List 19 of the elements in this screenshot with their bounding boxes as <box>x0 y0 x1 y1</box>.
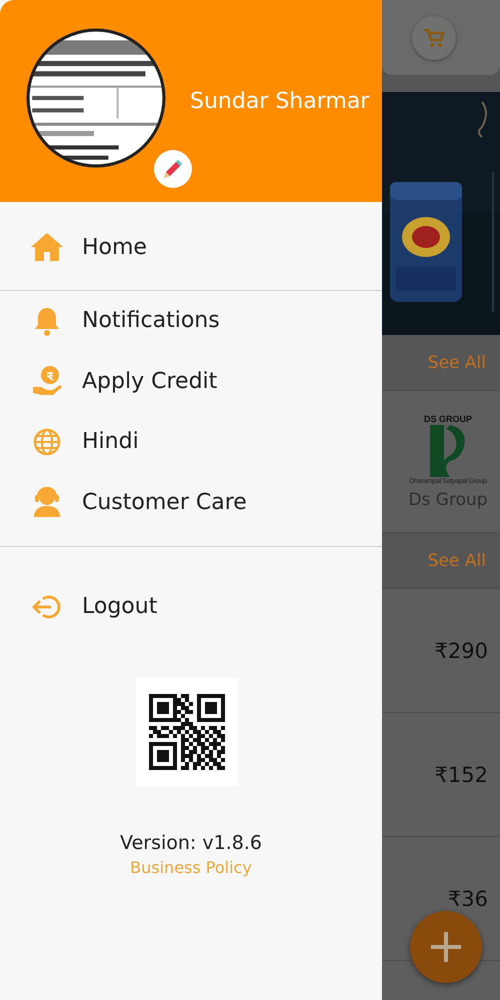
menu-item[interactable]: Apply Credit <box>0 351 382 412</box>
hand-coin-icon <box>30 365 64 398</box>
user-name: Sundar Sharmar <box>190 88 370 114</box>
price: ₹152 <box>434 762 488 786</box>
cart-icon <box>423 28 445 48</box>
version-text: Version: v1.8.6 <box>120 832 262 854</box>
add-button[interactable] <box>410 911 482 983</box>
plus-icon <box>429 930 463 964</box>
logo-title: DS GROUP <box>424 414 472 424</box>
edit-button[interactable] <box>154 150 192 188</box>
menu-item[interactable]: Notifications <box>0 290 382 351</box>
menu-item[interactable]: Home <box>0 217 382 278</box>
price: ₹290 <box>434 638 488 662</box>
menu-item[interactable]: Logout <box>0 576 382 637</box>
price: ₹36 <box>448 886 488 910</box>
pencil-icon <box>162 158 184 180</box>
home-icon <box>30 232 64 262</box>
menu-item[interactable]: Hindi <box>0 412 382 472</box>
menu-item[interactable]: Customer Care <box>0 472 382 532</box>
